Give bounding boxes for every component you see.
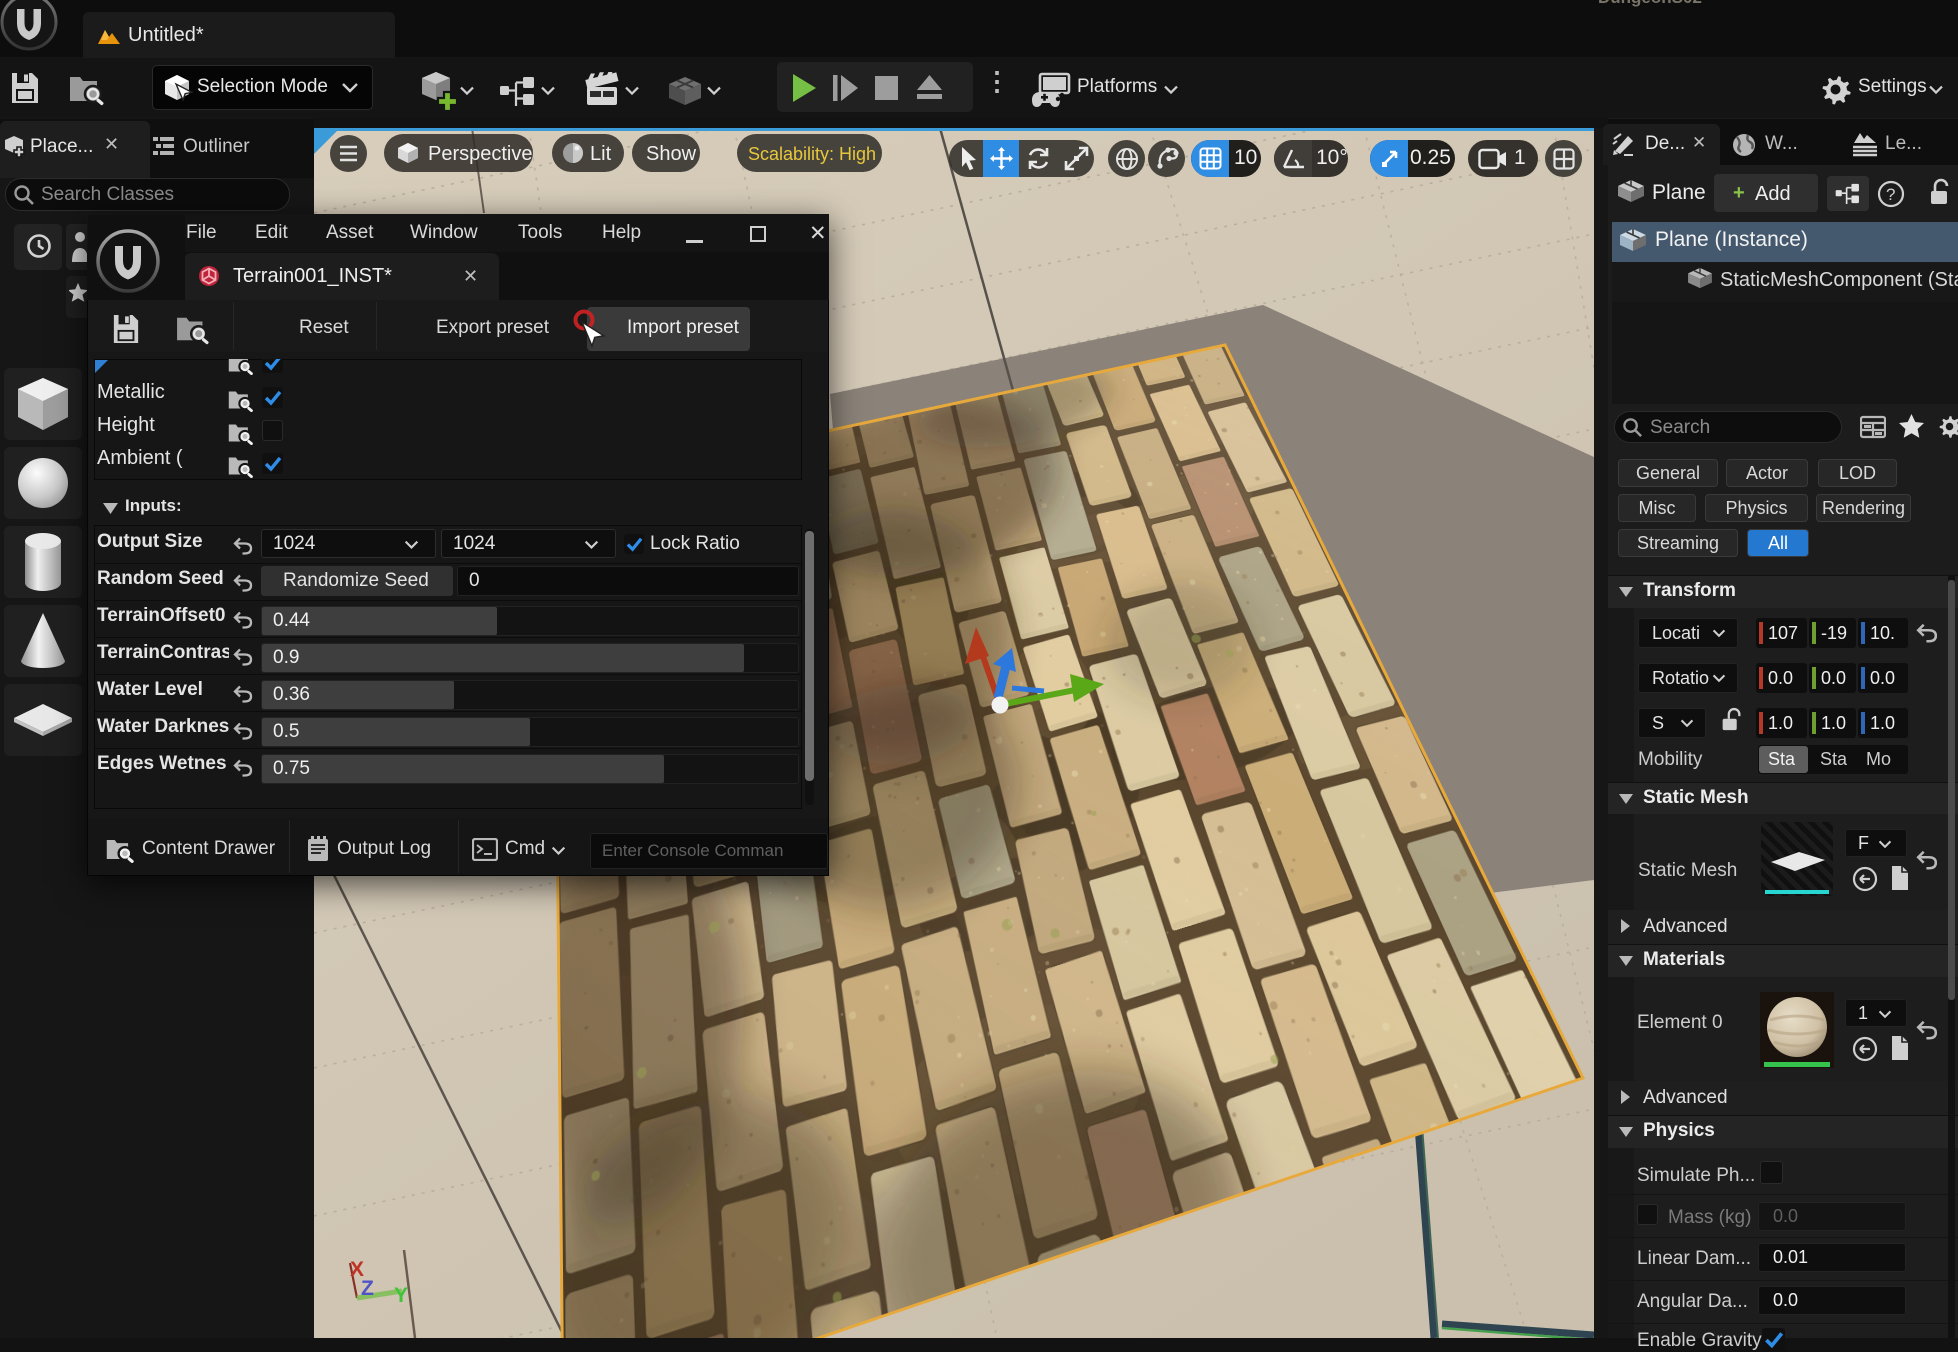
svg-text:Y: Y bbox=[394, 1284, 408, 1307]
svg-text:Z: Z bbox=[361, 1277, 374, 1300]
svg-text:?: ? bbox=[1886, 185, 1895, 204]
